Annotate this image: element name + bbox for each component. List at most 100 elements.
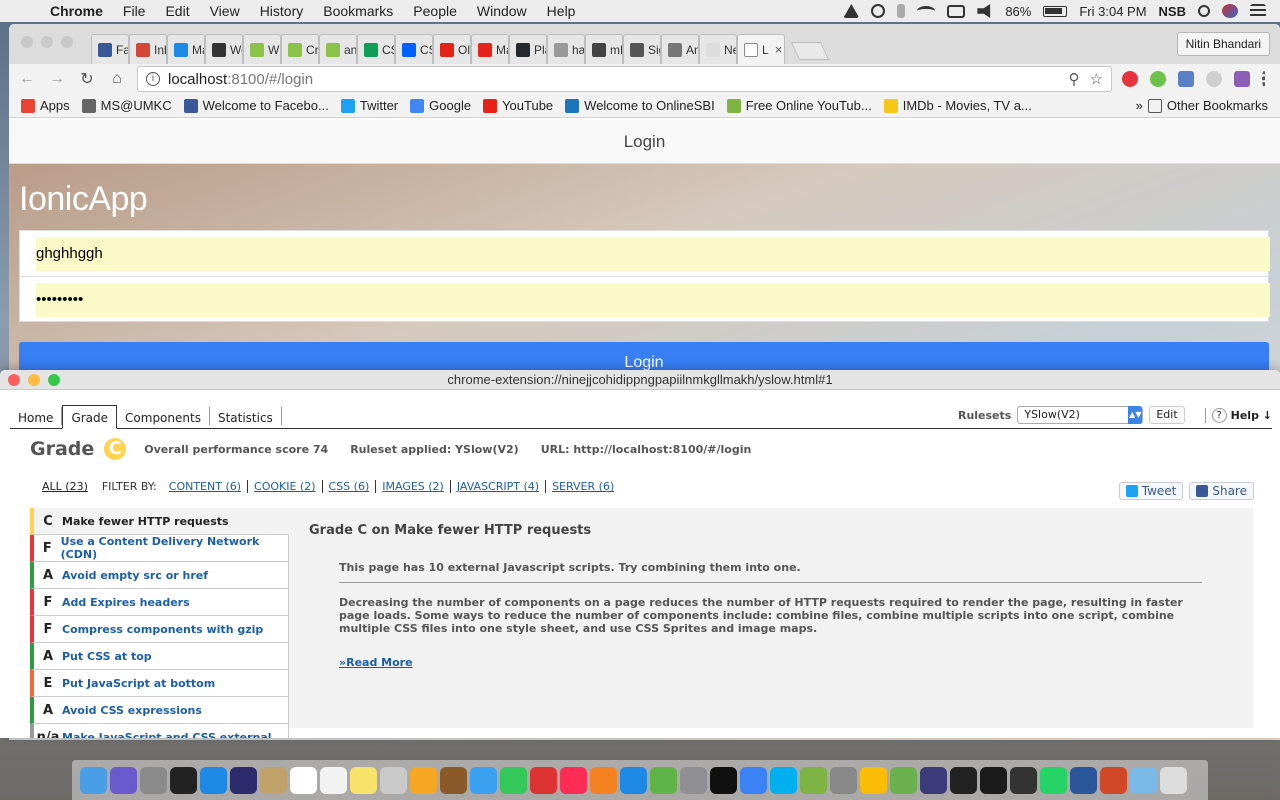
browser-tab[interactable]: mLa — [585, 34, 623, 64]
spotlight-icon[interactable] — [1198, 5, 1210, 17]
volume-icon[interactable] — [977, 4, 991, 18]
tab-components[interactable]: Components — [117, 407, 210, 425]
filter-content[interactable]: CONTENT (6) — [169, 480, 249, 493]
bookmark-item[interactable]: MS@UMKC — [81, 98, 172, 113]
dock-app-icon[interactable] — [1010, 766, 1037, 794]
dock-app-icon[interactable] — [650, 766, 677, 794]
filter-all[interactable]: ALL (23) — [42, 480, 88, 493]
tab-grade[interactable]: Grade — [62, 405, 118, 429]
help-menu[interactable]: ? Help ↓ — [1204, 407, 1272, 423]
browser-tab[interactable]: And — [661, 34, 699, 64]
browser-tab[interactable]: Fac — [91, 34, 129, 64]
close-tab-icon[interactable]: × — [775, 42, 783, 57]
rule-item[interactable]: F Use a Content Delivery Network (CDN) — [30, 535, 289, 562]
browser-tab[interactable]: Wif — [243, 34, 281, 64]
new-tab-button[interactable] — [790, 42, 830, 60]
chevron-right-icon[interactable]: » — [1136, 98, 1143, 113]
dock-app-icon[interactable] — [860, 766, 887, 794]
filter-cookie[interactable]: COOKIE (2) — [254, 480, 323, 493]
bookmark-item[interactable]: YouTube — [483, 98, 553, 113]
rule-item[interactable]: n/a Make JavaScript and CSS external — [30, 724, 289, 738]
time-machine-icon[interactable] — [871, 4, 886, 18]
dock-app-icon[interactable] — [620, 766, 647, 794]
menu-file[interactable]: File — [113, 3, 156, 19]
dock-app-icon[interactable] — [830, 766, 857, 794]
tab-home[interactable]: Home — [10, 407, 63, 425]
dock-app-icon[interactable] — [560, 766, 587, 794]
dock-app-icon[interactable] — [110, 766, 137, 794]
menu-help[interactable]: Help — [537, 3, 586, 19]
yslow-close-button[interactable] — [8, 374, 20, 386]
dock-app-icon[interactable] — [290, 766, 317, 794]
dock-app-icon[interactable] — [980, 766, 1007, 794]
menu-people[interactable]: People — [403, 3, 467, 19]
tweet-button[interactable]: Tweet — [1118, 482, 1184, 500]
menu-edit[interactable]: Edit — [155, 3, 199, 19]
dock-app-icon[interactable] — [500, 766, 527, 794]
key-icon[interactable]: ⚲ — [1069, 70, 1080, 88]
dock-app-icon[interactable] — [80, 766, 107, 794]
yslow-zoom-button[interactable] — [48, 374, 60, 386]
address-bar[interactable]: i localhost:8100/#/login ⚲ ☆ — [137, 66, 1112, 92]
menubar-user[interactable]: NSB — [1159, 4, 1186, 19]
browser-tab[interactable]: Old — [433, 34, 471, 64]
rule-item[interactable]: E Put JavaScript at bottom — [30, 670, 289, 697]
bluetooth-icon[interactable] — [897, 4, 906, 18]
notification-center-icon[interactable] — [1250, 4, 1266, 18]
filter-server[interactable]: SERVER (6) — [552, 480, 620, 493]
browser-tab[interactable]: CSE — [357, 34, 395, 64]
close-window-button[interactable] — [21, 36, 33, 48]
rule-item[interactable]: C Make fewer HTTP requests — [30, 508, 289, 535]
menu-window[interactable]: Window — [467, 3, 537, 19]
bookmark-item[interactable]: Google — [410, 98, 471, 113]
dock-app-icon[interactable] — [380, 766, 407, 794]
dock-app-icon[interactable] — [710, 766, 737, 794]
edit-ruleset-button[interactable]: Edit — [1149, 406, 1185, 424]
browser-tab[interactable]: and — [319, 34, 357, 64]
browser-tab[interactable]: Inb — [129, 34, 167, 64]
bookmark-item[interactable]: Apps — [21, 98, 70, 113]
yslow-extension-icon[interactable] — [1234, 71, 1250, 87]
browser-tab[interactable]: had — [547, 34, 585, 64]
browser-tab[interactable]: Wel — [205, 34, 243, 64]
share-button[interactable]: Share — [1189, 482, 1254, 500]
yslow-minimize-button[interactable] — [28, 374, 40, 386]
dock-app-icon[interactable] — [1160, 766, 1187, 794]
dock-app-icon[interactable] — [1040, 766, 1067, 794]
filter-css[interactable]: CSS (6) — [329, 480, 377, 493]
dock-app-icon[interactable] — [800, 766, 827, 794]
battery-icon[interactable] — [1043, 5, 1068, 17]
browser-tab[interactable]: Mat — [471, 34, 509, 64]
read-more-link[interactable]: »Read More — [339, 656, 413, 669]
profile-button[interactable]: Nitin Bhandari — [1176, 32, 1270, 56]
rule-item[interactable]: A Put CSS at top — [30, 643, 289, 670]
bookmark-item[interactable]: Free Online YouTub... — [726, 98, 872, 113]
cloud-extension-icon[interactable] — [1206, 71, 1222, 87]
dock-app-icon[interactable] — [1070, 766, 1097, 794]
dock-app-icon[interactable] — [740, 766, 767, 794]
bookmark-item[interactable]: IMDb - Movies, TV a... — [883, 98, 1032, 113]
username-input[interactable] — [36, 237, 1270, 271]
rule-item[interactable]: F Add Expires headers — [30, 589, 289, 616]
menu-bookmarks[interactable]: Bookmarks — [313, 3, 403, 19]
dock-app-icon[interactable] — [530, 766, 557, 794]
browser-tab[interactable]: Mai — [167, 34, 205, 64]
back-arrow-icon[interactable]: ← — [17, 70, 37, 88]
wifi-icon[interactable] — [917, 6, 936, 16]
menu-app-name[interactable]: Chrome — [40, 3, 113, 19]
bookmark-item[interactable]: Welcome to OnlineSBI — [565, 98, 715, 113]
browser-tab[interactable]: Pla — [509, 34, 547, 64]
opera-extension-icon[interactable] — [1122, 71, 1138, 87]
zotero-extension-icon[interactable] — [1178, 71, 1194, 87]
dock-app-icon[interactable] — [590, 766, 617, 794]
dashlane-extension-icon[interactable] — [1150, 71, 1166, 87]
dock-app-icon[interactable] — [1100, 766, 1127, 794]
vlc-icon[interactable] — [843, 4, 860, 18]
dock-app-icon[interactable] — [320, 766, 347, 794]
home-icon[interactable]: ⌂ — [107, 70, 127, 88]
dock-app-icon[interactable] — [170, 766, 197, 794]
browser-tab[interactable]: New Ta — [699, 34, 737, 64]
dock-app-icon[interactable] — [950, 766, 977, 794]
rule-item[interactable]: F Compress components with gzip — [30, 616, 289, 643]
zoom-window-button[interactable] — [61, 36, 73, 48]
